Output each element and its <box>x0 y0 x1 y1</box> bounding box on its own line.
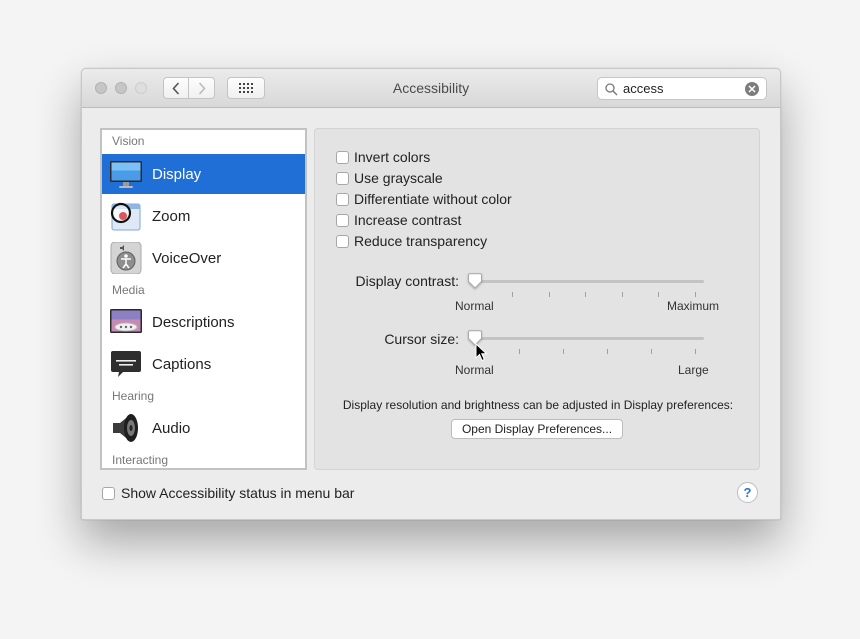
section-header-media: Media <box>112 283 145 297</box>
search-input[interactable]: access <box>623 81 663 96</box>
cursor-min-label: Normal <box>455 363 494 377</box>
sidebar-item-zoom[interactable]: Zoom <box>102 196 305 236</box>
cursor-size-label: Cursor size: <box>384 331 459 347</box>
checkbox-box[interactable] <box>336 234 349 248</box>
zoom-icon <box>109 200 143 232</box>
show-status-in-menu-bar-checkbox[interactable]: Show Accessibility status in menu bar <box>102 485 354 501</box>
sidebar-item-voiceover[interactable]: VoiceOver <box>102 238 305 278</box>
display-icon <box>109 158 143 190</box>
sidebar: Vision Display Zoom VoiceOver Media Desc… <box>100 128 307 470</box>
clear-search-icon[interactable] <box>745 82 759 96</box>
checkbox-box[interactable] <box>336 171 349 185</box>
contrast-min-label: Normal <box>455 299 494 313</box>
checkbox-box[interactable] <box>102 486 115 500</box>
checkbox-box[interactable] <box>336 213 349 227</box>
sidebar-item-captions[interactable]: Captions <box>102 344 305 384</box>
slider-track[interactable] <box>470 280 704 283</box>
use-grayscale-checkbox[interactable]: Use grayscale <box>336 170 443 186</box>
slider-tick <box>695 349 696 354</box>
sidebar-item-audio[interactable]: Audio <box>102 408 305 448</box>
section-header-interacting: Interacting <box>112 453 169 467</box>
increase-contrast-checkbox[interactable]: Increase contrast <box>336 212 461 228</box>
sidebar-item-label: Descriptions <box>152 313 235 331</box>
checkbox-label: Use grayscale <box>354 170 443 186</box>
help-button[interactable]: ? <box>737 482 758 503</box>
search-field[interactable]: access <box>597 77 767 100</box>
slider-tick <box>651 349 652 354</box>
sidebar-item-label: Audio <box>152 419 191 437</box>
reduce-transparency-checkbox[interactable]: Reduce transparency <box>336 233 487 249</box>
slider-tick <box>519 349 520 354</box>
section-header-vision: Vision <box>112 134 145 148</box>
sidebar-item-label: Display <box>152 165 202 183</box>
search-icon <box>605 83 618 96</box>
descriptions-icon <box>109 306 143 338</box>
sidebar-item-descriptions[interactable]: Descriptions <box>102 302 305 342</box>
checkbox-label: Show Accessibility status in menu bar <box>121 485 355 501</box>
contrast-max-label: Maximum <box>667 299 720 313</box>
checkbox-label: Differentiate without color <box>354 191 512 207</box>
slider-tick <box>695 292 696 297</box>
slider-tick <box>563 349 564 354</box>
open-display-preferences-button[interactable]: Open Display Preferences... <box>451 419 623 439</box>
checkbox-label: Increase contrast <box>354 212 462 228</box>
sidebar-item-display[interactable]: Display <box>102 154 305 194</box>
invert-colors-checkbox[interactable]: Invert colors <box>336 149 430 165</box>
slider-tick <box>549 292 550 297</box>
sidebar-item-label: Zoom <box>152 207 191 225</box>
sidebar-item-label: Captions <box>152 355 212 373</box>
checkbox-box[interactable] <box>336 192 349 206</box>
display-preferences-note: Display resolution and brightness can be… <box>342 398 734 412</box>
checkbox-box[interactable] <box>336 150 349 164</box>
slider-tick <box>622 292 623 297</box>
accessibility-window: Accessibility access Vision Display Zoom… <box>81 68 781 520</box>
slider-tick <box>607 349 608 354</box>
slider-tick <box>512 292 513 297</box>
section-header-hearing: Hearing <box>112 389 155 403</box>
cursor-max-label: Large <box>678 363 709 377</box>
display-settings-panel: Invert colors Use grayscale Differentiat… <box>314 128 760 470</box>
voiceover-icon <box>109 241 143 275</box>
speaker-icon <box>109 412 143 444</box>
captions-icon <box>109 348 143 380</box>
display-contrast-label: Display contrast: <box>355 273 459 289</box>
slider-knob[interactable] <box>467 273 483 289</box>
differentiate-without-color-checkbox[interactable]: Differentiate without color <box>336 191 512 207</box>
slider-tick <box>658 292 659 297</box>
checkbox-label: Reduce transparency <box>354 233 488 249</box>
slider-track[interactable] <box>470 337 704 340</box>
checkbox-label: Invert colors <box>354 149 431 165</box>
slider-tick <box>585 292 586 297</box>
titlebar: Accessibility access <box>82 69 780 108</box>
sidebar-item-label: VoiceOver <box>152 249 222 267</box>
mouse-pointer-icon <box>475 343 488 362</box>
